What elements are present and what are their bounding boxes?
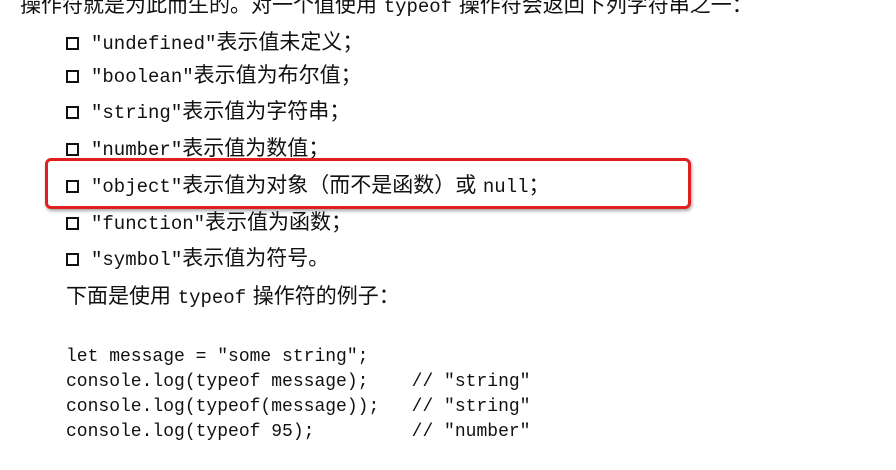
item-description: 表示值为符号。	[182, 246, 330, 270]
highlight-box	[45, 158, 691, 209]
type-string: "symbol"	[91, 249, 183, 271]
code-line: console.log(typeof 95); // "number"	[66, 422, 531, 442]
item-description: 表示值为字符串；	[182, 99, 351, 123]
checkbox-bullet-icon	[66, 70, 79, 83]
item-description: 表示值为函数；	[205, 210, 353, 234]
list-item: "boolean"表示值为布尔值；	[66, 62, 362, 90]
item-description: 表示值未定义；	[216, 30, 364, 54]
list-item: "undefined"表示值未定义；	[66, 29, 363, 57]
checkbox-bullet-icon	[66, 253, 79, 266]
code-line: console.log(typeof message); // "string"	[66, 372, 531, 392]
list-item: "symbol"表示值为符号。	[66, 245, 329, 273]
example-intro: 下面是使用 typeof 操作符的例子：	[66, 283, 400, 311]
intro-a: 操作符就是为此而生的。对一个值使用	[20, 0, 384, 17]
type-string: "string"	[91, 102, 183, 124]
list-item: "function"表示值为函数；	[66, 209, 352, 237]
intro-text: 操作符就是为此而生的。对一个值使用 typeof 操作符会返回下列字符串之一：	[20, 0, 753, 20]
example-c: 操作符的例子：	[246, 284, 400, 308]
item-description: 表示值为数值；	[182, 136, 330, 160]
checkbox-bullet-icon	[66, 143, 79, 156]
intro-c: 操作符会返回下列字符串之一：	[452, 0, 753, 17]
item-description: 表示值为布尔值；	[193, 63, 362, 87]
list-item: "string"表示值为字符串；	[66, 98, 350, 126]
checkbox-bullet-icon	[66, 37, 79, 50]
code-line: let message = "some string";	[66, 347, 369, 367]
type-string: "boolean"	[91, 66, 194, 88]
code-line: console.log(typeof(message)); // "string…	[66, 397, 531, 417]
intro-keyword: typeof	[383, 0, 453, 18]
example-a: 下面是使用	[66, 284, 178, 308]
type-string: "function"	[91, 213, 206, 235]
example-keyword: typeof	[177, 287, 247, 309]
code-block: let message = "some string"; console.log(…	[66, 320, 530, 470]
checkbox-bullet-icon	[66, 217, 79, 230]
type-string: "undefined"	[91, 33, 217, 55]
checkbox-bullet-icon	[66, 106, 79, 119]
